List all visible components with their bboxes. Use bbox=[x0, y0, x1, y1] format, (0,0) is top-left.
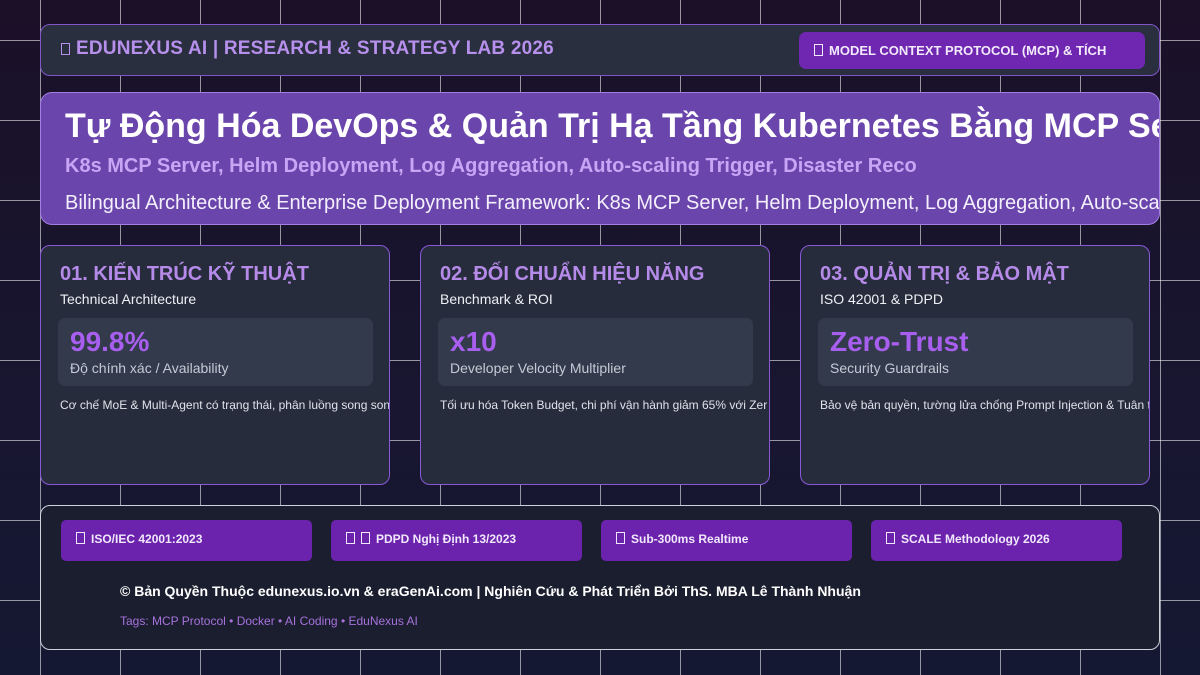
badge-label: SCALE Methodology 2026 bbox=[901, 532, 1050, 546]
metric-label: Developer Velocity Multiplier bbox=[450, 360, 626, 376]
metric-box: x10 Developer Velocity Multiplier bbox=[438, 318, 753, 386]
metric-label: Security Guardrails bbox=[830, 360, 950, 376]
card-description: Bảo vệ bản quyền, tường lửa chống Prompt… bbox=[820, 398, 1150, 412]
badge-glyph-icon bbox=[76, 532, 85, 544]
card-architecture: 01. KIẾN TRÚC KỸ THUẬT Technical Archite… bbox=[40, 245, 390, 485]
card-governance: 03. QUẢN TRỊ & BẢO MẬT ISO 42001 & PDPD … bbox=[800, 245, 1150, 485]
card-title: 02. ĐỐI CHUẨN HIỆU NĂNG bbox=[440, 263, 705, 285]
pill-label: MODEL CONTEXT PROTOCOL (MCP) & TÍCH bbox=[829, 43, 1107, 58]
badge-label: ISO/IEC 42001:2023 bbox=[91, 532, 203, 546]
badge-glyph-icon bbox=[886, 532, 895, 544]
brand-glyph-icon bbox=[61, 43, 70, 55]
footer-panel: ISO/IEC 42001:2023 PDPD Nghị Định 13/202… bbox=[40, 505, 1160, 650]
card-subtitle: ISO 42001 & PDPD bbox=[820, 291, 943, 307]
card-benchmark: 02. ĐỐI CHUẨN HIỆU NĂNG Benchmark & ROI … bbox=[420, 245, 770, 485]
metric-value: 99.8% bbox=[70, 326, 150, 357]
card-description: Cơ chế MoE & Multi-Agent có trạng thái, … bbox=[60, 398, 390, 412]
metric-label: Độ chính xác / Availability bbox=[70, 360, 229, 376]
copyright-text: © Bản Quyền Thuộc edunexus.io.vn & eraGe… bbox=[120, 583, 861, 599]
hero-panel: Tự Động Hóa DevOps & Quản Trị Hạ Tầng Ku… bbox=[40, 92, 1160, 225]
metric-box: Zero-Trust Security Guardrails bbox=[818, 318, 1133, 386]
badge-pdpd[interactable]: PDPD Nghị Định 13/2023 bbox=[331, 520, 582, 561]
card-description: Tối ưu hóa Token Budget, chi phí vận hàn… bbox=[440, 398, 768, 412]
hero-title: Tự Động Hóa DevOps & Quản Trị Hạ Tầng Ku… bbox=[65, 107, 1160, 145]
metric-value: Zero-Trust bbox=[830, 326, 969, 357]
tags-line: Tags: MCP Protocol • Docker • AI Coding … bbox=[120, 614, 418, 628]
badge-label: Sub-300ms Realtime bbox=[631, 532, 749, 546]
badge-realtime[interactable]: Sub-300ms Realtime bbox=[601, 520, 852, 561]
brand-title: EDUNEXUS AI | RESEARCH & STRATEGY LAB 20… bbox=[61, 38, 554, 60]
metric-value: x10 bbox=[450, 326, 497, 357]
badge-iso[interactable]: ISO/IEC 42001:2023 bbox=[61, 520, 312, 561]
metric-box: 99.8% Độ chính xác / Availability bbox=[58, 318, 373, 386]
badge-label: PDPD Nghị Định 13/2023 bbox=[376, 532, 517, 546]
card-title: 03. QUẢN TRỊ & BẢO MẬT bbox=[820, 263, 1069, 285]
brand-text: EDUNEXUS AI | RESEARCH & STRATEGY LAB 20… bbox=[76, 38, 554, 59]
pill-glyph-icon bbox=[814, 44, 823, 56]
card-subtitle: Benchmark & ROI bbox=[440, 291, 553, 307]
card-title: 01. KIẾN TRÚC KỸ THUẬT bbox=[60, 263, 309, 285]
header-bar: EDUNEXUS AI | RESEARCH & STRATEGY LAB 20… bbox=[40, 24, 1160, 76]
badge-glyph-icon bbox=[346, 532, 355, 544]
card-subtitle: Technical Architecture bbox=[60, 291, 197, 307]
hero-description: Bilingual Architecture & Enterprise Depl… bbox=[65, 192, 1160, 214]
badge-glyph-icon bbox=[616, 532, 625, 544]
hero-subtitle: K8s MCP Server, Helm Deployment, Log Agg… bbox=[65, 155, 917, 177]
mcp-pill-button[interactable]: MODEL CONTEXT PROTOCOL (MCP) & TÍCH bbox=[799, 32, 1145, 69]
badge-glyph-icon bbox=[361, 532, 370, 544]
badge-scale[interactable]: SCALE Methodology 2026 bbox=[871, 520, 1122, 561]
